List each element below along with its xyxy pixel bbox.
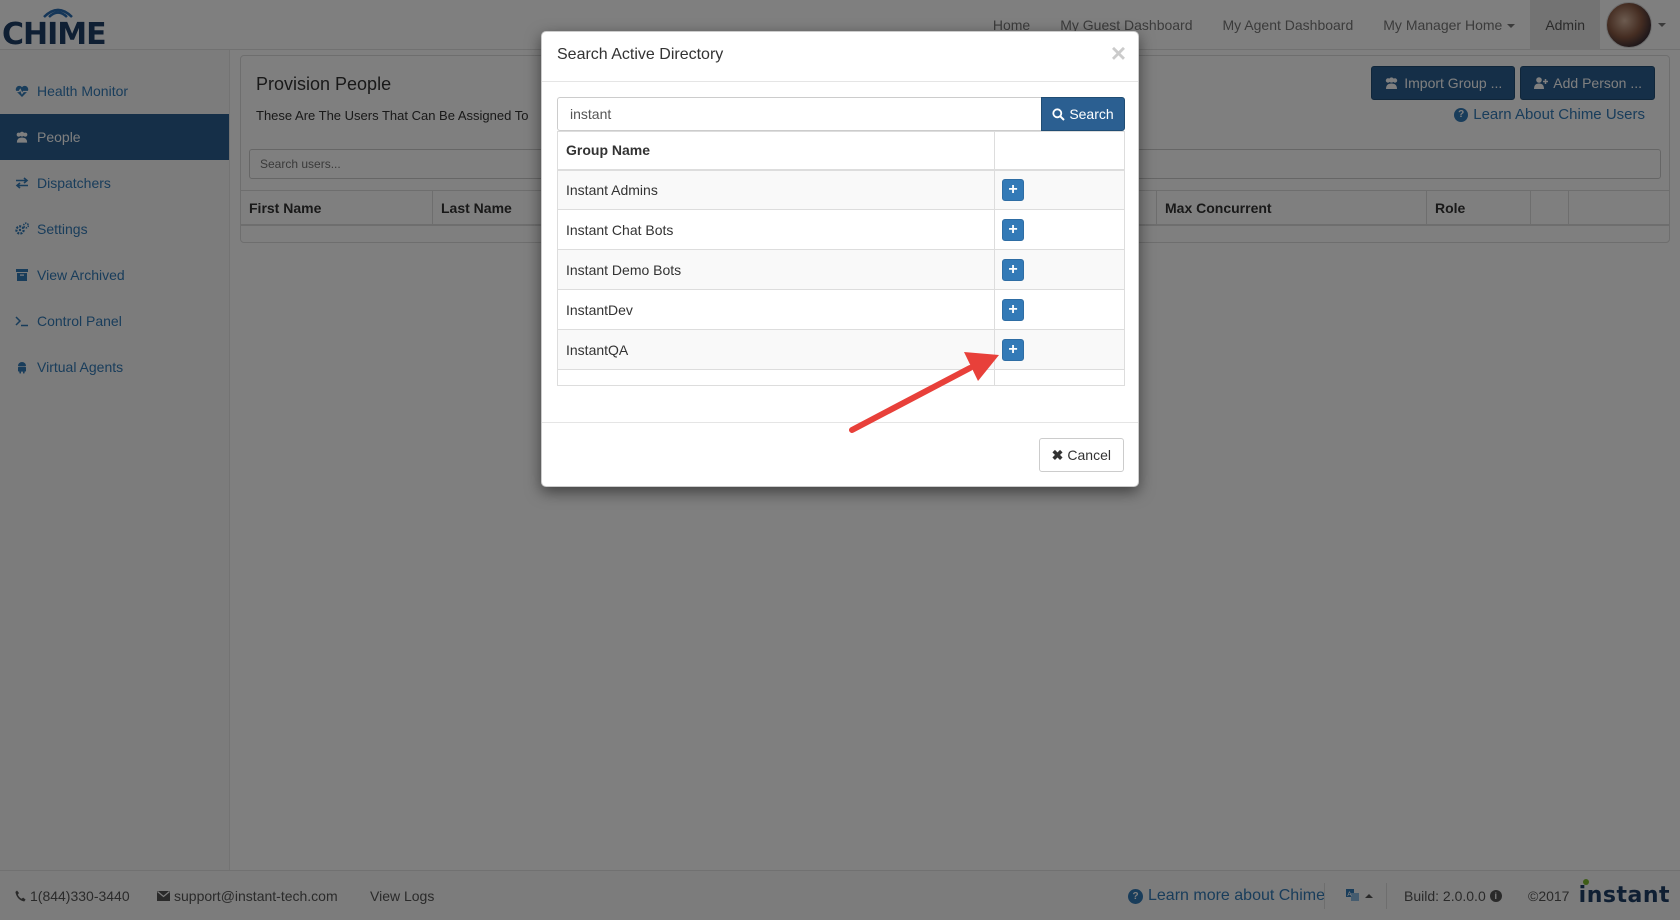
action-cell: + bbox=[994, 289, 1125, 330]
table-header-row: Group Name bbox=[557, 131, 1125, 171]
action-cell: + bbox=[994, 329, 1125, 370]
cancel-button[interactable]: ✖ Cancel bbox=[1038, 438, 1124, 472]
add-group-button[interactable]: + bbox=[1002, 178, 1024, 201]
action-cell: + bbox=[994, 249, 1125, 290]
table-row: Instant Demo Bots + bbox=[557, 249, 1125, 290]
add-group-button[interactable]: + bbox=[1002, 298, 1024, 321]
search-button[interactable]: Search bbox=[1041, 97, 1125, 131]
search-icon bbox=[1052, 107, 1066, 121]
modal-title: Search Active Directory bbox=[557, 46, 724, 63]
group-name-cell: InstantQA bbox=[557, 329, 995, 370]
search-button-label: Search bbox=[1069, 106, 1114, 122]
search-active-directory-modal: Search Active Directory × Search Group N… bbox=[541, 31, 1139, 487]
add-group-button[interactable]: + bbox=[1002, 218, 1024, 241]
ad-search-group: Search bbox=[557, 97, 1125, 131]
empty-cell bbox=[994, 369, 1125, 386]
modal-header: Search Active Directory × bbox=[542, 32, 1138, 82]
group-name-cell: Instant Chat Bots bbox=[557, 209, 995, 250]
empty-cell bbox=[557, 369, 995, 386]
table-row-empty bbox=[557, 369, 1125, 386]
group-name-cell: Instant Demo Bots bbox=[557, 249, 995, 290]
ad-search-input[interactable] bbox=[557, 97, 1041, 131]
close-icon: ✖ bbox=[1051, 446, 1064, 463]
action-cell: + bbox=[994, 209, 1125, 250]
group-name-cell: Instant Admins bbox=[557, 169, 995, 210]
modal-body: Search Group Name Instant Admins + Insta… bbox=[557, 97, 1125, 386]
modal-footer: ✖ Cancel bbox=[542, 422, 1138, 488]
table-row: InstantQA + bbox=[557, 329, 1125, 370]
col-actions bbox=[994, 131, 1125, 171]
table-row: Instant Admins + bbox=[557, 169, 1125, 210]
table-row: Instant Chat Bots + bbox=[557, 209, 1125, 250]
group-name-cell: InstantDev bbox=[557, 289, 995, 330]
add-group-button[interactable]: + bbox=[1002, 338, 1024, 361]
action-cell: + bbox=[994, 169, 1125, 210]
table-row: InstantDev + bbox=[557, 289, 1125, 330]
add-group-button[interactable]: + bbox=[1002, 258, 1024, 281]
cancel-label: Cancel bbox=[1067, 447, 1111, 463]
group-results-table: Group Name Instant Admins + Instant Chat… bbox=[557, 131, 1125, 386]
close-icon[interactable]: × bbox=[1111, 40, 1126, 66]
col-group-name: Group Name bbox=[557, 131, 995, 171]
